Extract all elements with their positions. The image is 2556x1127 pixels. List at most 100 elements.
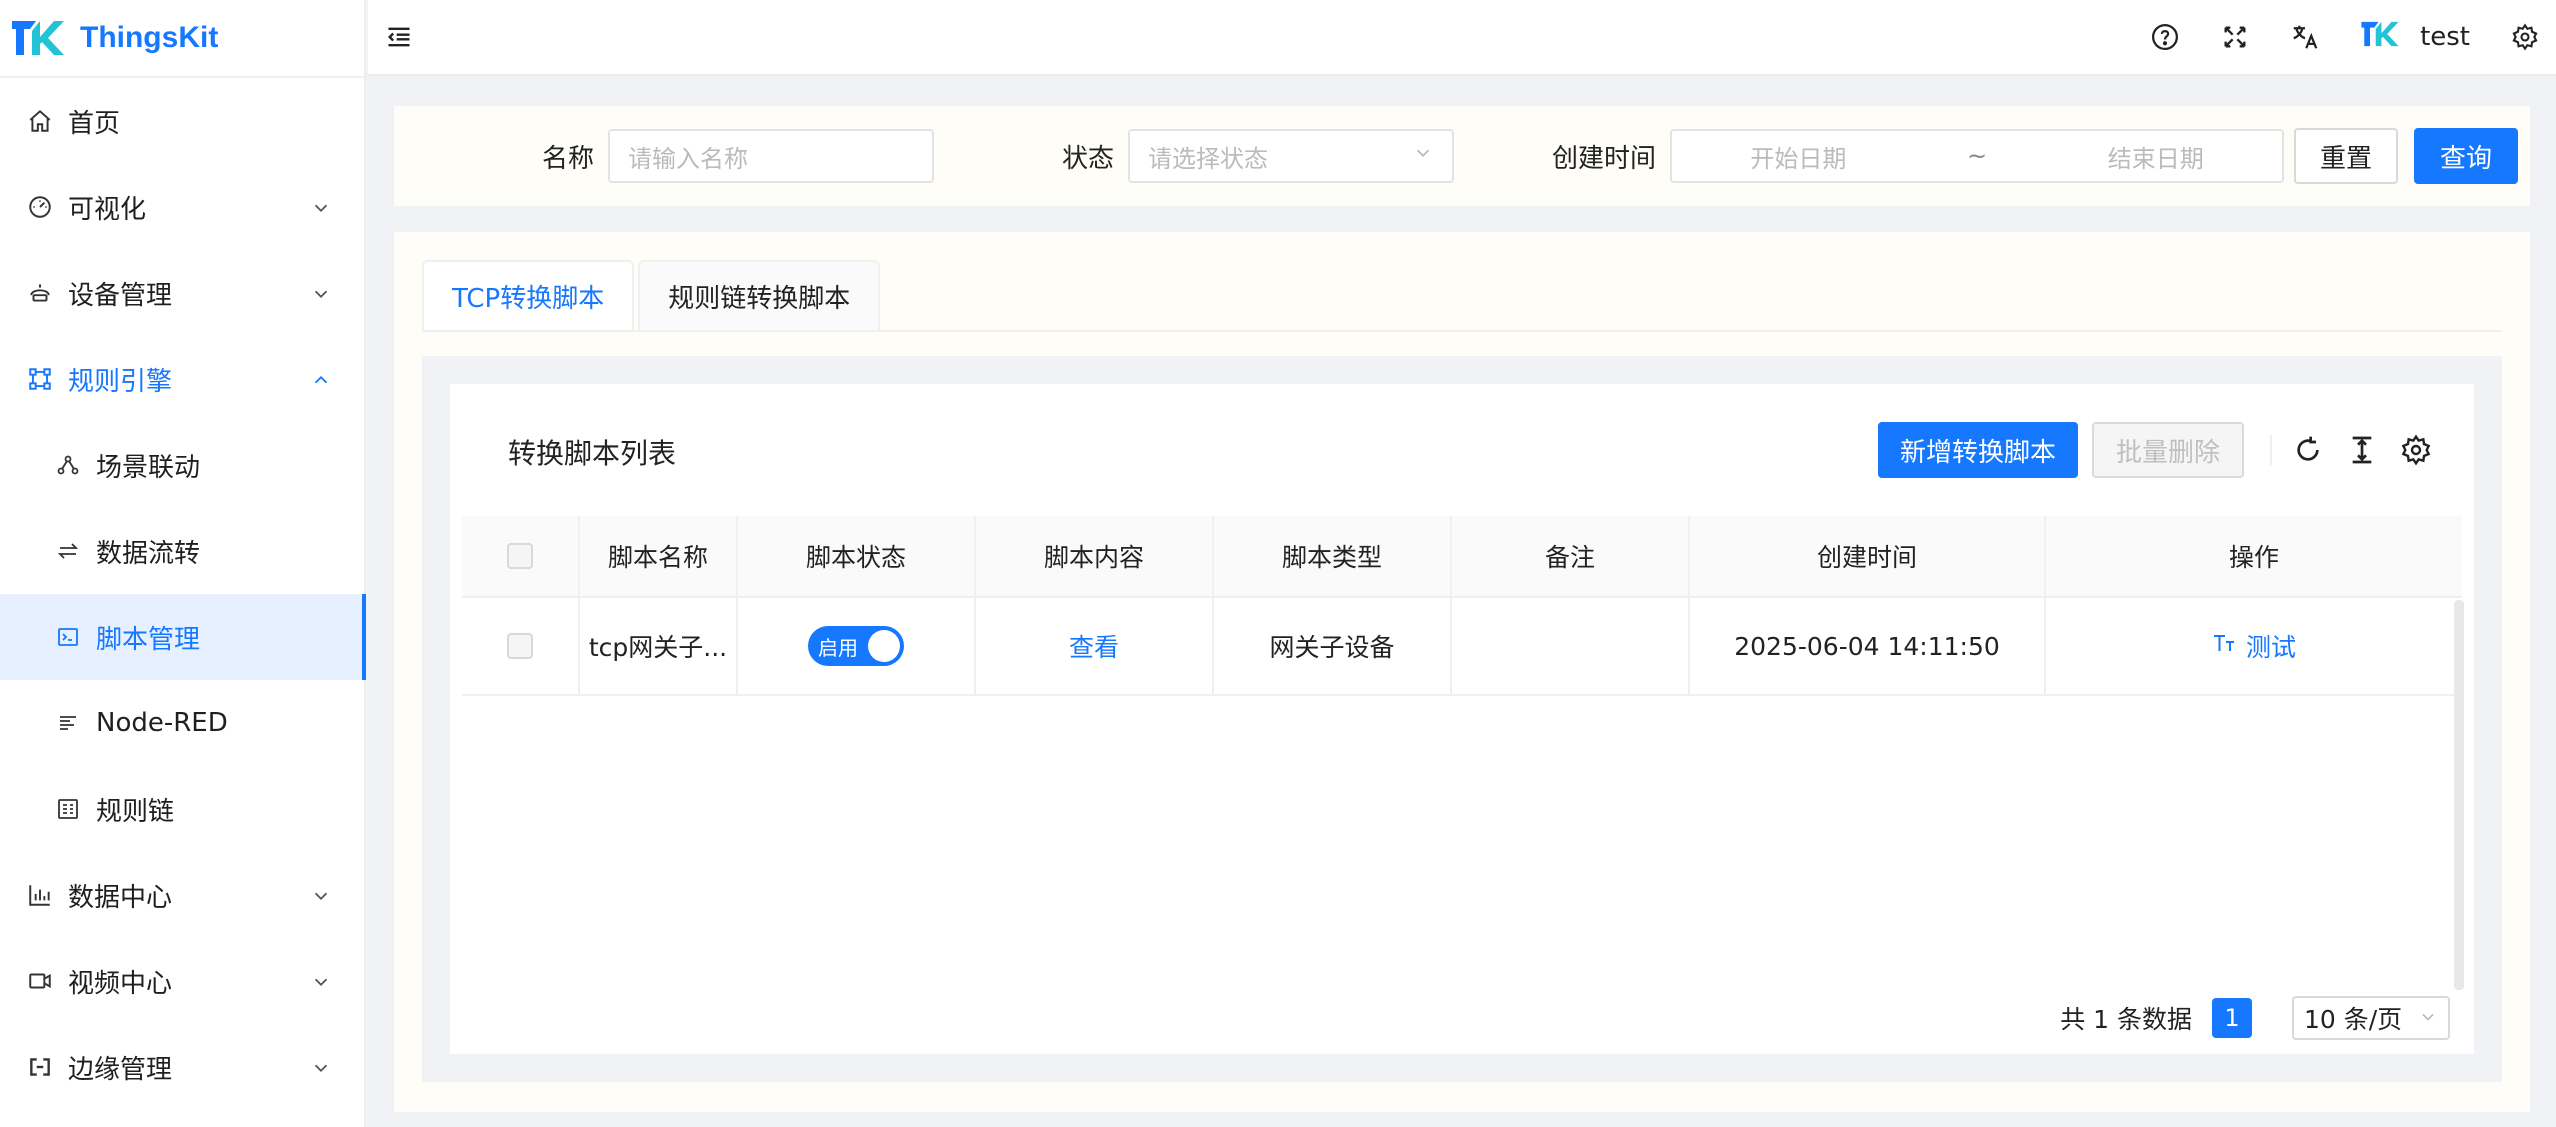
sidebar-item-label: 脚本管理 (96, 624, 201, 655)
row-select-cell (462, 598, 580, 694)
settings-gear-icon[interactable] (2510, 22, 2540, 52)
user-menu[interactable]: test (2360, 18, 2470, 57)
sidebar-item-label: 数据中心 (68, 882, 173, 913)
dashboard-icon (26, 193, 54, 221)
view-content-link[interactable]: 查看 (1069, 628, 1119, 664)
sidebar-item-data-flow[interactable]: 数据流转 (0, 508, 364, 594)
table-header: 脚本名称 脚本状态 脚本内容 脚本类型 备注 创建时间 操作 (462, 516, 2462, 598)
end-date-placeholder: 结束日期 (2107, 144, 2204, 173)
status-select-placeholder: 请选择状态 (1148, 144, 1269, 173)
page-1-button[interactable]: 1 (2212, 998, 2252, 1038)
tab-rule-chain-script[interactable]: 规则链转换脚本 (638, 260, 881, 330)
table-scrollbar[interactable] (2454, 600, 2464, 990)
thingskit-logo-icon (10, 17, 66, 59)
sidebar-item-label: 视频中心 (68, 968, 173, 999)
tabs-divider (422, 330, 2502, 332)
script-list-card: 转换脚本列表 新增转换脚本 批量删除 脚本名称 脚本状态 脚本内容 脚本类型 备… (450, 384, 2474, 1054)
script-table: 脚本名称 脚本状态 脚本内容 脚本类型 备注 创建时间 操作 tcp网关子...… (462, 516, 2462, 696)
add-script-button[interactable]: 新增转换脚本 (1878, 422, 2078, 478)
sidebar: ThingsKit 首页 可视化 设备管理 规则引擎 场景联动 数据流转 脚本管… (0, 0, 366, 1127)
chevron-down-icon (2418, 1004, 2438, 1033)
table-row: tcp网关子... 启用 查看 网关子设备 2025-06-04 14:11:5… (462, 598, 2462, 696)
rule-engine-icon (26, 365, 54, 393)
refresh-icon[interactable] (2290, 432, 2326, 468)
chevron-down-icon (310, 196, 332, 218)
batch-delete-button[interactable]: 批量删除 (2092, 422, 2244, 478)
card-toolbar: 新增转换脚本 批量删除 (1878, 422, 2434, 478)
page-size-value: 10 条/页 (2304, 1005, 2403, 1034)
fullscreen-icon[interactable] (2220, 22, 2250, 52)
sidebar-item-label: Node-RED (96, 708, 228, 738)
query-button[interactable]: 查询 (2414, 128, 2519, 184)
status-select[interactable]: 请选择状态 (1128, 129, 1455, 183)
sidebar-item-label: 规则链 (96, 796, 175, 827)
font-size-icon (2212, 631, 2238, 661)
device-icon (26, 279, 54, 307)
logo[interactable]: ThingsKit (0, 0, 364, 78)
column-settings-gear-icon[interactable] (2398, 432, 2434, 468)
node-red-icon (54, 709, 82, 737)
date-range-separator: ~ (1966, 142, 1988, 170)
row-checkbox[interactable] (507, 633, 533, 659)
script-content-cell: 查看 (976, 598, 1214, 694)
chevron-down-icon (1412, 142, 1434, 170)
sidebar-item-rule-engine[interactable]: 规则引擎 (0, 336, 364, 422)
sidebar-item-script-management[interactable]: 脚本管理 (0, 594, 366, 680)
status-toggle[interactable]: 启用 (808, 626, 904, 666)
select-all-checkbox[interactable] (507, 543, 533, 569)
sidebar-item-rule-chain[interactable]: 规则链 (0, 766, 364, 852)
sidebar-item-label: 首页 (68, 108, 121, 139)
total-count: 共 1 条数据 (2060, 1005, 2192, 1034)
action-cell: 测试 (2046, 598, 2462, 694)
sidebar-item-scene-linkage[interactable]: 场景联动 (0, 422, 364, 508)
script-status-cell: 启用 (738, 598, 976, 694)
search-form: 名称 请输入名称 状态 请选择状态 创建时间 开始日期 ~ 结束日期 重置 查询 (394, 106, 2530, 206)
chevron-up-icon (310, 368, 332, 390)
date-range-picker[interactable]: 开始日期 ~ 结束日期 (1670, 129, 2285, 183)
status-toggle-label: 启用 (818, 635, 858, 660)
sidebar-item-label: 数据流转 (96, 538, 201, 569)
column-header: 脚本名称 (580, 516, 738, 596)
sidebar-item-label: 可视化 (68, 194, 147, 225)
sidebar-item-device-management[interactable]: 设备管理 (0, 250, 364, 336)
app-name: ThingsKit (80, 21, 219, 54)
card-title: 转换脚本列表 (508, 437, 677, 470)
name-input-placeholder: 请输入名称 (628, 144, 749, 173)
home-icon (26, 107, 54, 135)
user-avatar-icon (2360, 18, 2400, 57)
column-height-icon[interactable] (2344, 432, 2380, 468)
tab-content: 转换脚本列表 新增转换脚本 批量删除 脚本名称 脚本状态 脚本内容 脚本类型 备… (422, 356, 2502, 1082)
sidebar-item-visualization[interactable]: 可视化 (0, 164, 364, 250)
top-header: test (368, 0, 2556, 76)
name-input[interactable]: 请输入名称 (608, 129, 935, 183)
sidebar-item-node-red[interactable]: Node-RED (0, 680, 364, 766)
reset-button[interactable]: 重置 (2294, 128, 2399, 184)
column-header: 脚本内容 (976, 516, 1214, 596)
translate-icon[interactable] (2290, 22, 2320, 52)
created-time-label: 创建时间 (1552, 143, 1657, 174)
sidebar-item-home[interactable]: 首页 (0, 78, 364, 164)
chevron-down-icon (310, 282, 332, 304)
script-name-cell: tcp网关子... (580, 598, 738, 694)
sidebar-item-video-center[interactable]: 视频中心 (0, 938, 364, 1024)
column-header: 操作 (2228, 543, 2279, 572)
page-size-select[interactable]: 10 条/页 (2292, 996, 2450, 1040)
start-date-placeholder: 开始日期 (1750, 144, 1847, 173)
column-header: 脚本状态 (738, 516, 976, 596)
sidebar-item-label: 场景联动 (96, 452, 201, 483)
tab-tcp-script[interactable]: TCP转换脚本 (422, 260, 635, 330)
status-label: 状态 (1062, 143, 1115, 174)
chevron-down-icon (310, 970, 332, 992)
script-tabs: TCP转换脚本 规则链转换脚本 (422, 260, 884, 330)
menu-fold-icon[interactable] (384, 22, 414, 52)
chevron-down-icon (310, 1056, 332, 1078)
column-header: 备注 (1452, 516, 1690, 596)
help-icon[interactable] (2150, 22, 2180, 52)
data-flow-icon (54, 537, 82, 565)
sidebar-item-data-center[interactable]: 数据中心 (0, 852, 364, 938)
column-header: 创建时间 (1690, 516, 2046, 596)
column-header: 脚本类型 (1214, 516, 1452, 596)
script-icon (54, 623, 82, 651)
sidebar-item-edge-management[interactable]: 边缘管理 (0, 1024, 364, 1110)
test-script-button[interactable]: 测试 (2212, 628, 2296, 664)
